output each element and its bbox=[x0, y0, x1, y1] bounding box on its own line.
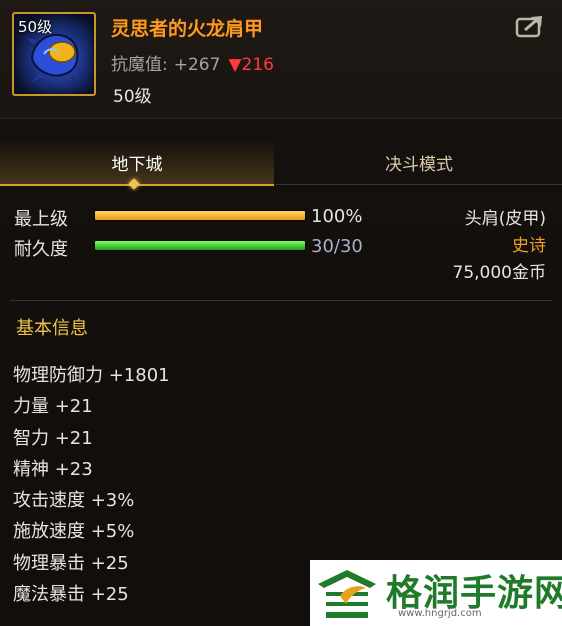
item-header: 50级 灵思者的火龙肩甲 抗魔值: +267 ▼216 50级 bbox=[0, 0, 562, 119]
max-level-value: 100% bbox=[311, 206, 363, 227]
tab-duel[interactable]: 决斗模式 bbox=[276, 140, 562, 185]
item-level: 50级 bbox=[113, 87, 152, 107]
attribute-item: 智力 +21 bbox=[13, 427, 93, 449]
max-level-bar-fill bbox=[95, 211, 305, 220]
attribute-item: 力量 +21 bbox=[13, 396, 93, 418]
resist-diff: ▼216 bbox=[228, 55, 274, 75]
resist-row: 抗魔值: +267 ▼216 bbox=[111, 50, 274, 75]
durability-label: 耐久度 bbox=[14, 239, 68, 260]
durability-bar-fill bbox=[95, 241, 305, 250]
attribute-item: 物理防御力 +1801 bbox=[13, 365, 170, 386]
item-icon[interactable]: 50级 bbox=[12, 12, 96, 96]
share-icon bbox=[515, 16, 542, 38]
slot-type: 头肩(皮甲) bbox=[464, 209, 546, 229]
divider bbox=[10, 300, 552, 301]
share-button[interactable] bbox=[515, 14, 545, 38]
attribute-item: 施放速度 +5% bbox=[13, 521, 135, 543]
resist-value: +267 bbox=[173, 55, 221, 75]
attribute-item: 攻击速度 +3% bbox=[13, 490, 135, 512]
tab-dungeon[interactable]: 地下城 bbox=[0, 140, 274, 186]
max-level-label: 最上级 bbox=[14, 209, 68, 230]
resist-label: 抗魔值: bbox=[111, 55, 168, 75]
rarity-label: 史诗 bbox=[512, 236, 546, 256]
icon-level-badge: 50级 bbox=[18, 18, 53, 36]
section-title-basic-info: 基本信息 bbox=[16, 318, 88, 339]
attribute-item: 物理暴击 +25 bbox=[13, 552, 129, 574]
watermark: 格润手游网 www.hngrjd.com bbox=[310, 560, 562, 626]
attribute-item: 魔法暴击 +25 bbox=[13, 584, 129, 606]
attribute-list: 物理防御力 +1801 力量 +21 智力 +21 精神 +23 攻击速度 +3… bbox=[13, 363, 170, 613]
attribute-item: 精神 +23 bbox=[13, 458, 93, 480]
price-label: 75,000金币 bbox=[452, 263, 546, 283]
durability-value: 30/30 bbox=[311, 236, 363, 257]
watermark-url: www.hngrjd.com bbox=[398, 608, 482, 619]
durability-bar bbox=[94, 240, 306, 251]
item-title: 灵思者的火龙肩甲 bbox=[111, 18, 264, 40]
watermark-logo-icon bbox=[318, 570, 376, 618]
mode-tabs: 地下城 决斗模式 bbox=[0, 140, 562, 186]
max-level-bar bbox=[94, 210, 306, 221]
